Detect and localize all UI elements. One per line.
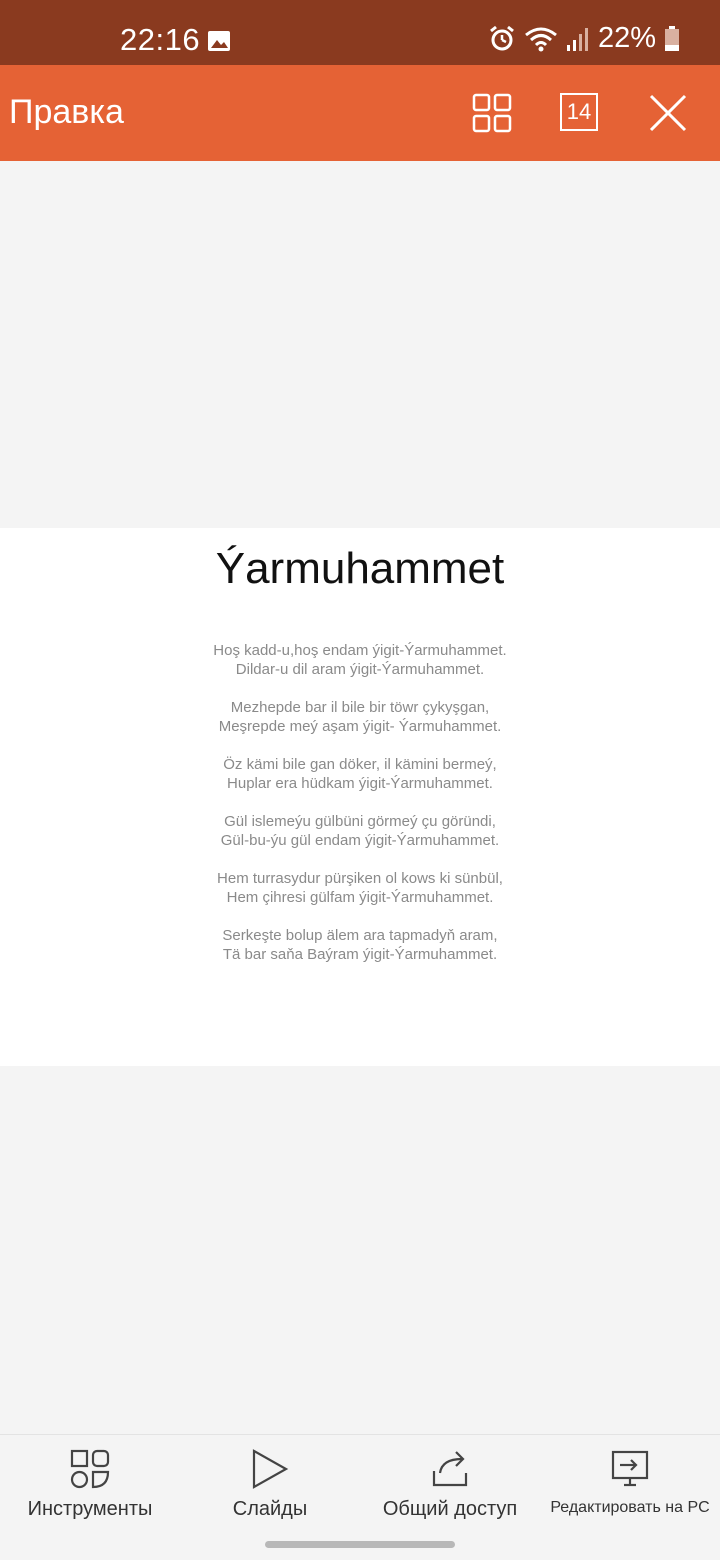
- nav-share-button[interactable]: Общий доступ: [370, 1435, 530, 1531]
- grid-icon[interactable]: [472, 93, 512, 133]
- close-icon[interactable]: [648, 93, 688, 133]
- alarm-icon: [490, 25, 514, 50]
- stanza: Hoş kadd-u,hoş endam ýigit-Ýarmuhammet. …: [0, 641, 720, 679]
- toolbar-title: Правка: [9, 93, 124, 131]
- battery-percent: 22%: [597, 22, 656, 54]
- status-time: 22:16: [120, 22, 201, 57]
- nav-slides-label: Слайды: [232, 1498, 308, 1520]
- stanza: Mezhepde bar il bile bir töwr çykyşgan, …: [0, 698, 720, 736]
- poem-line: Tä bar saňa Baýram ýigit-Ýarmuhammet.: [222, 946, 498, 963]
- poem-line: Hem çihresi gülfam ýigit-Ýarmuhammet.: [226, 889, 494, 906]
- poem-line: Gül islemeýu gülbüni görmeý çu göründi,: [224, 813, 496, 830]
- nav-edit-label: Редактировать на PC: [550, 1499, 710, 1516]
- stanza: Hem turrasydur pürşiken ol kows ki sünbü…: [0, 869, 720, 907]
- app-toolbar: Правка 14: [0, 65, 720, 161]
- play-icon: [252, 1449, 289, 1489]
- poem-line: Huplar era hüdkam ýigit-Ýarmuhammet.: [227, 775, 493, 792]
- battery-icon: [665, 25, 679, 51]
- nav-tools-label: Инструменты: [27, 1498, 153, 1520]
- stanza: Öz kämi bile gan döker, il kämini bermeý…: [0, 755, 720, 793]
- poem-line: Mezhepde bar il bile bir töwr çykyşgan,: [230, 699, 490, 716]
- wifi-icon: [525, 27, 557, 51]
- poem-line: Meşrepde meý aşam ýigit- Ýarmuhammet.: [218, 718, 502, 735]
- stanza: Gül islemeýu gülbüni görmeý çu göründi, …: [0, 812, 720, 850]
- tools-icon: [70, 1449, 110, 1489]
- nav-slides-button[interactable]: Слайды: [200, 1435, 340, 1531]
- status-right-group: 22%: [488, 22, 680, 55]
- poem-line: Gül-bu-ýu gül endam ýigit-Ýarmuhammet.: [220, 832, 500, 849]
- poem-line: Serkeşte bolup älem ara tapmadyň aram,: [222, 927, 498, 944]
- status-bar: 22:16 22%: [0, 0, 720, 65]
- poem-line: Hem turrasydur pürşiken ol kows ki sünbü…: [217, 870, 503, 887]
- nav-share-label: Общий доступ: [382, 1498, 518, 1520]
- stanza: Serkeşte bolup älem ara tapmadyň aram, T…: [0, 926, 720, 964]
- nav-tools-button[interactable]: Инструменты: [10, 1435, 170, 1531]
- home-indicator[interactable]: [265, 1541, 455, 1548]
- canvas-area: [0, 161, 720, 528]
- nav-edit-on-pc-button[interactable]: Редактировать на PC: [540, 1435, 720, 1531]
- slide-count-label: 14: [566, 99, 592, 124]
- signal-icon: [566, 27, 588, 51]
- slide-title: Ýarmuhammet: [215, 544, 505, 593]
- poem-line: Hoş kadd-u,hoş endam ýigit-Ýarmuhammet.: [213, 642, 507, 659]
- poem-line: Dildar-u dil aram ýigit-Ýarmuhammet.: [235, 661, 485, 678]
- monitor-icon: [611, 1450, 649, 1487]
- share-icon: [432, 1451, 468, 1487]
- slide-count-button[interactable]: 14: [560, 93, 598, 131]
- poem-line: Öz kämi bile gan döker, il kämini bermeý…: [223, 756, 497, 773]
- bottom-nav: Инструменты Слайды Общий доступ Редактир…: [0, 1434, 720, 1531]
- poem-body: Hoş kadd-u,hoş endam ýigit-Ýarmuhammet. …: [0, 641, 720, 983]
- gallery-icon: [208, 31, 230, 51]
- slide[interactable]: Ýarmuhammet Hoş kadd-u,hoş endam ýigit-Ý…: [0, 528, 720, 1066]
